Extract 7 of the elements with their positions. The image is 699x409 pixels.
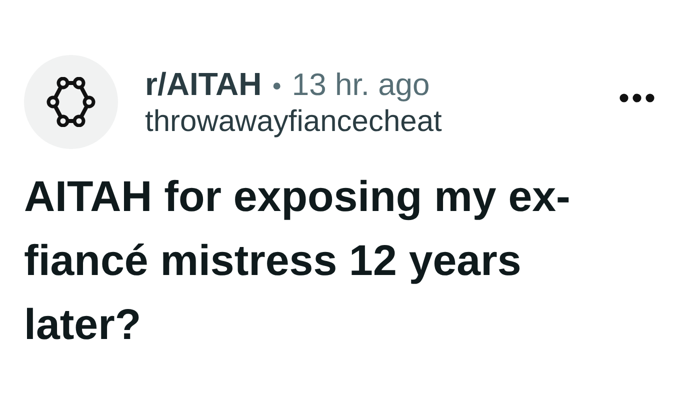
more-options-icon[interactable] [619,93,655,103]
author-link[interactable]: throwawayfiancecheat [145,104,619,138]
separator-dot: • [270,72,284,100]
post-title: AITAH for exposing my ex-fiancé mistress 12 years later? [24,172,572,351]
node-ring-icon [46,77,96,127]
community-link[interactable]: r/AITAH [145,66,262,102]
post-time: 13 hr. ago [292,66,430,102]
